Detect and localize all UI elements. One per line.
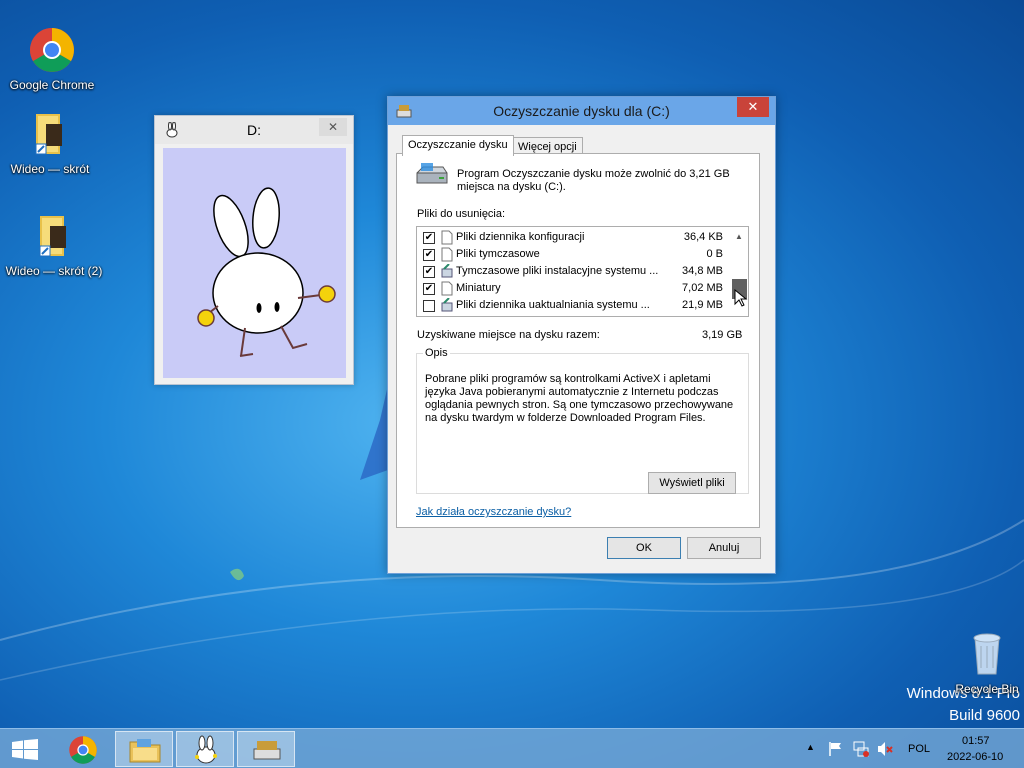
description-legend: Opis [425,347,448,359]
description-group: Opis Pobrane pliki programów są kontrolk… [416,347,749,494]
desktop-icon-label: Recycle Bin [955,682,1019,696]
mouse-cursor-icon [734,289,748,307]
help-link[interactable]: Jak działa oczyszczanie dysku? [416,506,571,518]
scroll-up-arrow-icon[interactable]: ▲ [735,232,743,241]
start-button[interactable] [0,731,50,767]
list-item[interactable]: ✔ Pliki dziennika konfiguracji 36,4 KB [417,229,727,246]
action-center-flag-icon[interactable] [828,741,844,757]
file-name: Tymczasowe pliki instalacyjne systemu ..… [456,265,659,277]
document-icon [441,230,453,245]
desktop-icon-label: Google Chrome [9,78,95,92]
file-checkbox[interactable]: ✔ [423,232,435,244]
taskbar-disk-cleanup[interactable] [237,731,295,767]
video-folder-icon [26,110,74,158]
list-scrollbar[interactable]: ▲ [731,227,748,316]
cleanup-intro-text: Program Oczyszczanie dysku może zwolnić … [457,168,730,193]
file-checkbox[interactable] [423,300,435,312]
disk-cleanup-app-icon [253,741,281,760]
clock-time[interactable]: 01:57 [962,735,990,747]
total-space-value: 3,19 GB [702,329,743,341]
total-space-label: Uzyskiwane miejsce na dysku razem: [417,329,600,341]
file-checkbox[interactable]: ✔ [423,266,435,278]
disk-cleanup-dialog[interactable]: Oczyszczanie dysku dla (C:) ✕ Oczyszczan… [387,96,776,574]
list-item[interactable]: ✔ Tymczasowe pliki instalacyjne systemu … [417,263,727,280]
list-item[interactable]: Pliki dziennika uaktualniania systemu ..… [417,297,727,314]
file-size: 36,4 KB [683,231,723,243]
file-name: Pliki tymczasowe [456,248,540,260]
file-name: Miniatury [456,282,501,294]
d-drive-window[interactable]: D: ✕ [154,115,354,385]
desktop-icon-label: Wideo — skrót (2) [5,264,103,278]
desktop-icon-recycle-bin[interactable]: Recycle Bin [937,630,1024,696]
desktop-icon-label: Wideo — skrót [10,162,90,176]
network-icon[interactable] [852,740,870,758]
cleanup-icon [441,264,453,278]
desktop-icon-chrome[interactable]: Google Chrome [2,26,102,92]
dialog-close-button[interactable]: ✕ [737,97,769,117]
volume-muted-icon[interactable] [876,740,894,758]
watermark-line2: Build 9600 [949,707,1020,724]
d-window-titlebar[interactable]: D: ✕ [155,116,353,144]
file-checkbox[interactable]: ✔ [423,283,435,295]
files-list[interactable]: ✔ Pliki dziennika konfiguracji 36,4 KB ✔… [416,226,749,317]
drive-icon [416,163,448,184]
file-name: Pliki dziennika uaktualniania systemu ..… [456,299,650,311]
file-name: Pliki dziennika konfiguracji [456,231,585,243]
files-to-delete-label: Pliki do usunięcia: [417,208,506,220]
video-folder-icon [30,212,78,260]
d-window-close-button[interactable]: ✕ [319,118,347,136]
taskbar-chrome[interactable] [54,731,112,767]
d-window-image [163,148,346,378]
taskbar-file-explorer[interactable] [115,731,173,767]
chrome-icon [28,26,76,74]
rabbit-illustration [197,187,336,357]
chrome-icon [69,736,97,764]
file-size: 34,8 MB [682,265,723,277]
document-icon [441,247,453,262]
desktop-icon-video-shortcut-2[interactable]: Wideo — skrót (2) [4,212,104,278]
tab-disk-cleanup[interactable]: Oczyszczanie dysku [402,135,514,156]
cancel-button[interactable]: Anuluj [687,537,761,559]
dialog-title: Oczyszczanie dysku dla (C:) [493,103,670,119]
show-hidden-icons-icon[interactable]: ▲ [806,742,815,752]
desktop-icon-video-shortcut[interactable]: Wideo — skrót [0,110,100,176]
ok-button[interactable]: OK [607,537,681,559]
clock-date[interactable]: 2022-06-10 [947,751,1003,763]
dialog-titlebar[interactable]: Oczyszczanie dysku dla (C:) ✕ [388,97,775,125]
file-size: 7,02 MB [682,282,723,294]
view-files-button[interactable]: Wyświetl pliki [648,472,736,494]
list-item[interactable]: ✔ Miniatury 7,02 MB [417,280,727,297]
folder-icon [129,739,161,763]
document-icon [441,281,453,296]
taskbar: ▲ POL 01:57 2022-06-10 [0,728,1024,768]
file-size: 21,9 MB [682,299,723,311]
windows-logo-icon [12,739,38,760]
recycle-bin-icon [963,630,1011,678]
taskbar-rabbit-app[interactable] [176,731,234,767]
rabbit-app-icon [195,735,217,764]
cleanup-icon [441,298,453,312]
description-text: Pobrane pliki programów są kontrolkami A… [425,373,734,424]
list-item[interactable]: ✔ Pliki tymczasowe 0 B [417,246,727,263]
file-checkbox[interactable]: ✔ [423,249,435,261]
file-size: 0 B [706,248,723,260]
input-language[interactable]: POL [908,743,930,755]
